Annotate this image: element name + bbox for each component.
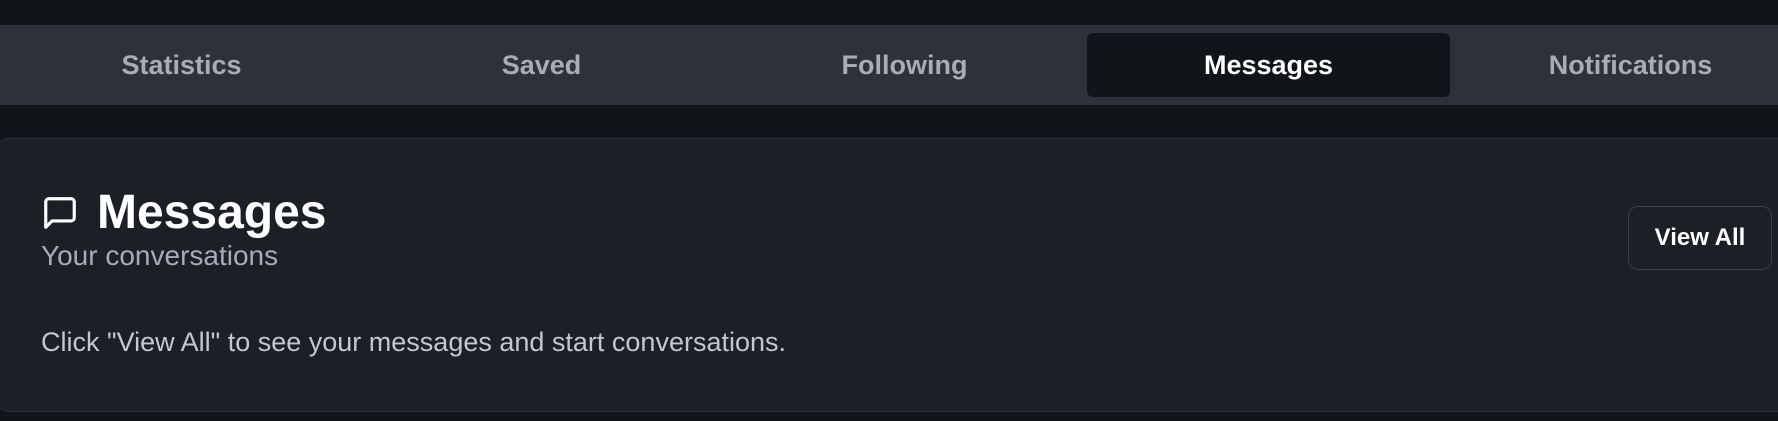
card-description: Click "View All" to see your messages an…: [41, 327, 787, 357]
tab-statistics[interactable]: Statistics: [0, 33, 363, 97]
tab-statistics-label: Statistics: [121, 49, 242, 80]
card-subtitle: Your conversations: [41, 240, 279, 271]
tab-following-label: Following: [841, 49, 968, 80]
messages-card: Messages Your conversations Click "View …: [0, 138, 1778, 412]
tab-notifications-label: Notifications: [1548, 49, 1713, 80]
page-root: Statistics Saved Following Messages Noti…: [0, 0, 1778, 421]
tab-bar: Statistics Saved Following Messages Noti…: [0, 25, 1778, 105]
tab-following[interactable]: Following: [723, 33, 1086, 97]
card-title: Messages: [97, 186, 327, 239]
tab-messages-label: Messages: [1203, 49, 1334, 80]
tab-messages[interactable]: Messages: [1087, 33, 1450, 97]
view-all-button[interactable]: View All: [1628, 206, 1772, 270]
tab-notifications[interactable]: Notifications: [1449, 33, 1778, 97]
card-header: Messages: [41, 185, 326, 241]
tab-saved[interactable]: Saved: [360, 33, 723, 97]
message-square-icon: [41, 194, 79, 232]
tab-saved-label: Saved: [501, 49, 582, 80]
